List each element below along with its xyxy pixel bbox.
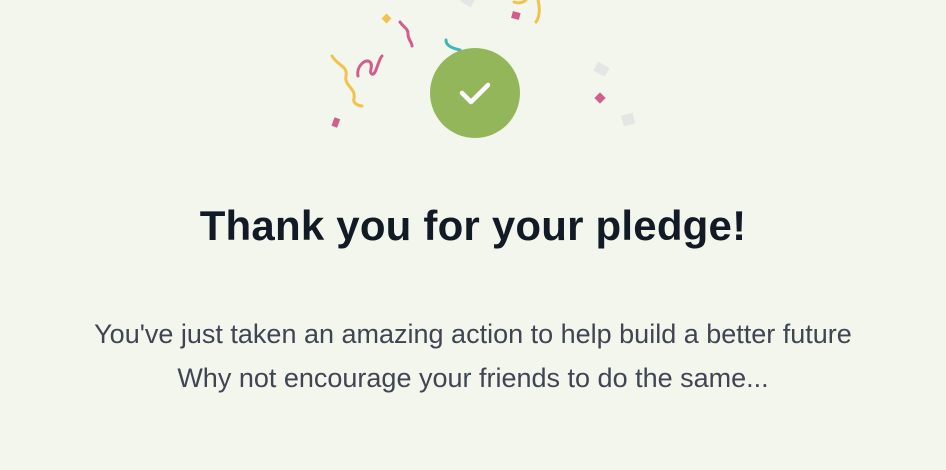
message-line-2: Why not encourage your friends to do the…	[177, 363, 769, 393]
page-title: Thank you for your pledge!	[199, 202, 747, 249]
checkmark-icon	[459, 82, 491, 105]
confirmation-message: You've just taken an amazing action to h…	[60, 312, 886, 400]
message-line-1: You've just taken an amazing action to h…	[94, 319, 852, 349]
success-badge	[430, 48, 520, 138]
